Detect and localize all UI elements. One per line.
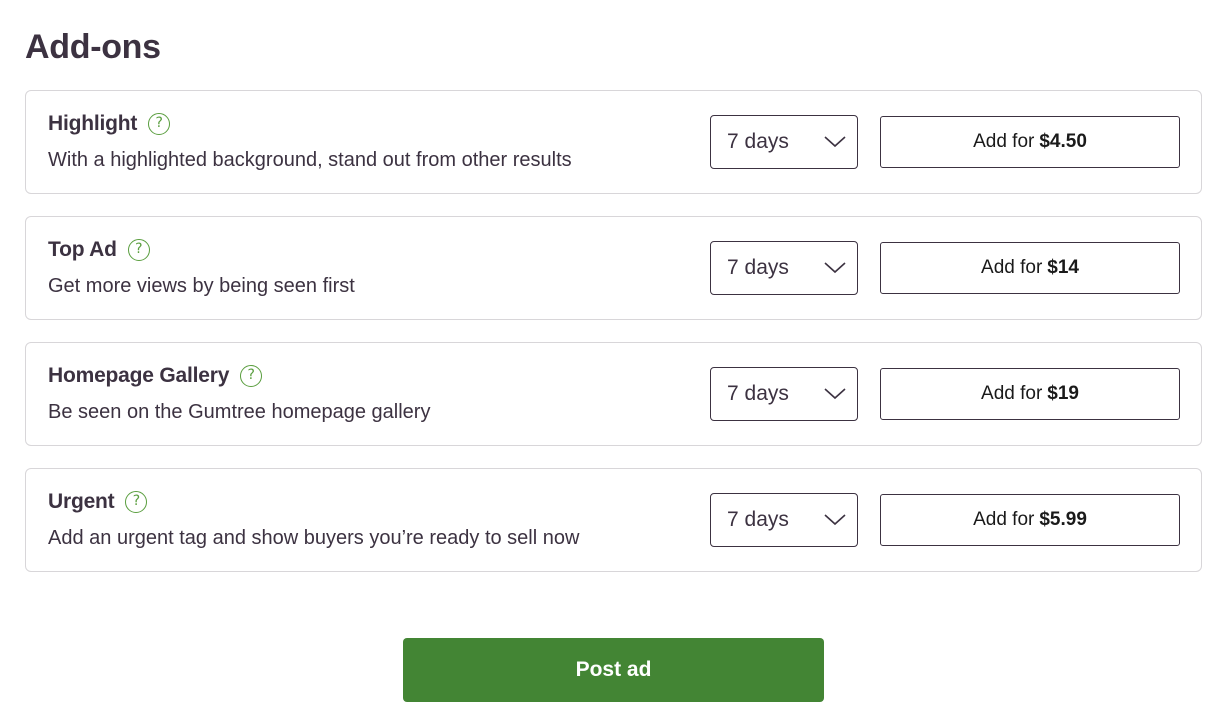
duration-select[interactable]: 7 days	[710, 367, 858, 421]
add-addon-button[interactable]: Add for $19	[880, 368, 1180, 420]
addon-header: Homepage Gallery ?	[48, 363, 263, 389]
addon-card-highlight: Highlight ? With a highlighted backgroun…	[25, 90, 1202, 194]
add-button-price: $4.50	[1039, 131, 1087, 152]
add-button-prefix: Add for	[981, 383, 1043, 404]
addon-header: Highlight ?	[48, 111, 171, 137]
addon-name: Urgent	[48, 490, 115, 513]
addon-description: Add an urgent tag and show buyers you’re…	[48, 527, 580, 549]
addon-name: Homepage Gallery	[48, 364, 230, 387]
add-button-price: $19	[1047, 383, 1079, 404]
addon-name: Top Ad	[48, 238, 117, 261]
addon-header: Top Ad ?	[48, 237, 150, 263]
page-title: Add-ons	[25, 28, 161, 66]
addon-description: With a highlighted background, stand out…	[48, 149, 572, 171]
add-button-prefix: Add for	[973, 509, 1035, 530]
addon-card-urgent: Urgent ? Add an urgent tag and show buye…	[25, 468, 1202, 572]
addon-name: Highlight	[48, 112, 138, 135]
duration-select[interactable]: 7 days	[710, 493, 858, 547]
duration-value: 7 days	[727, 130, 789, 153]
add-button-price: $5.99	[1039, 509, 1087, 530]
addon-card-homepage-gallery: Homepage Gallery ? Be seen on the Gumtre…	[25, 342, 1202, 446]
add-addon-button[interactable]: Add for $14	[880, 242, 1180, 294]
addon-card-top-ad: Top Ad ? Get more views by being seen fi…	[25, 216, 1202, 320]
add-addon-button[interactable]: Add for $4.50	[880, 116, 1180, 168]
chevron-down-icon	[824, 514, 846, 526]
add-button-prefix: Add for	[981, 257, 1043, 278]
duration-value: 7 days	[727, 382, 789, 405]
help-circle-icon[interactable]: ?	[127, 239, 150, 261]
duration-value: 7 days	[727, 508, 789, 531]
addon-description: Be seen on the Gumtree homepage gallery	[48, 401, 431, 423]
duration-select[interactable]: 7 days	[710, 241, 858, 295]
chevron-down-icon	[824, 262, 846, 274]
chevron-down-icon	[824, 136, 846, 148]
duration-select[interactable]: 7 days	[710, 115, 858, 169]
post-ad-button[interactable]: Post ad	[403, 638, 824, 702]
help-circle-icon[interactable]: ?	[240, 365, 263, 387]
addon-description: Get more views by being seen first	[48, 275, 355, 297]
duration-value: 7 days	[727, 256, 789, 279]
help-circle-icon[interactable]: ?	[148, 113, 171, 135]
addon-header: Urgent ?	[48, 489, 148, 515]
add-button-prefix: Add for	[973, 131, 1035, 152]
add-button-price: $14	[1047, 257, 1079, 278]
add-addon-button[interactable]: Add for $5.99	[880, 494, 1180, 546]
add-ons-page: Add-ons Highlight ? With a highlighted b…	[0, 0, 1227, 721]
chevron-down-icon	[824, 388, 846, 400]
help-circle-icon[interactable]: ?	[125, 491, 148, 513]
